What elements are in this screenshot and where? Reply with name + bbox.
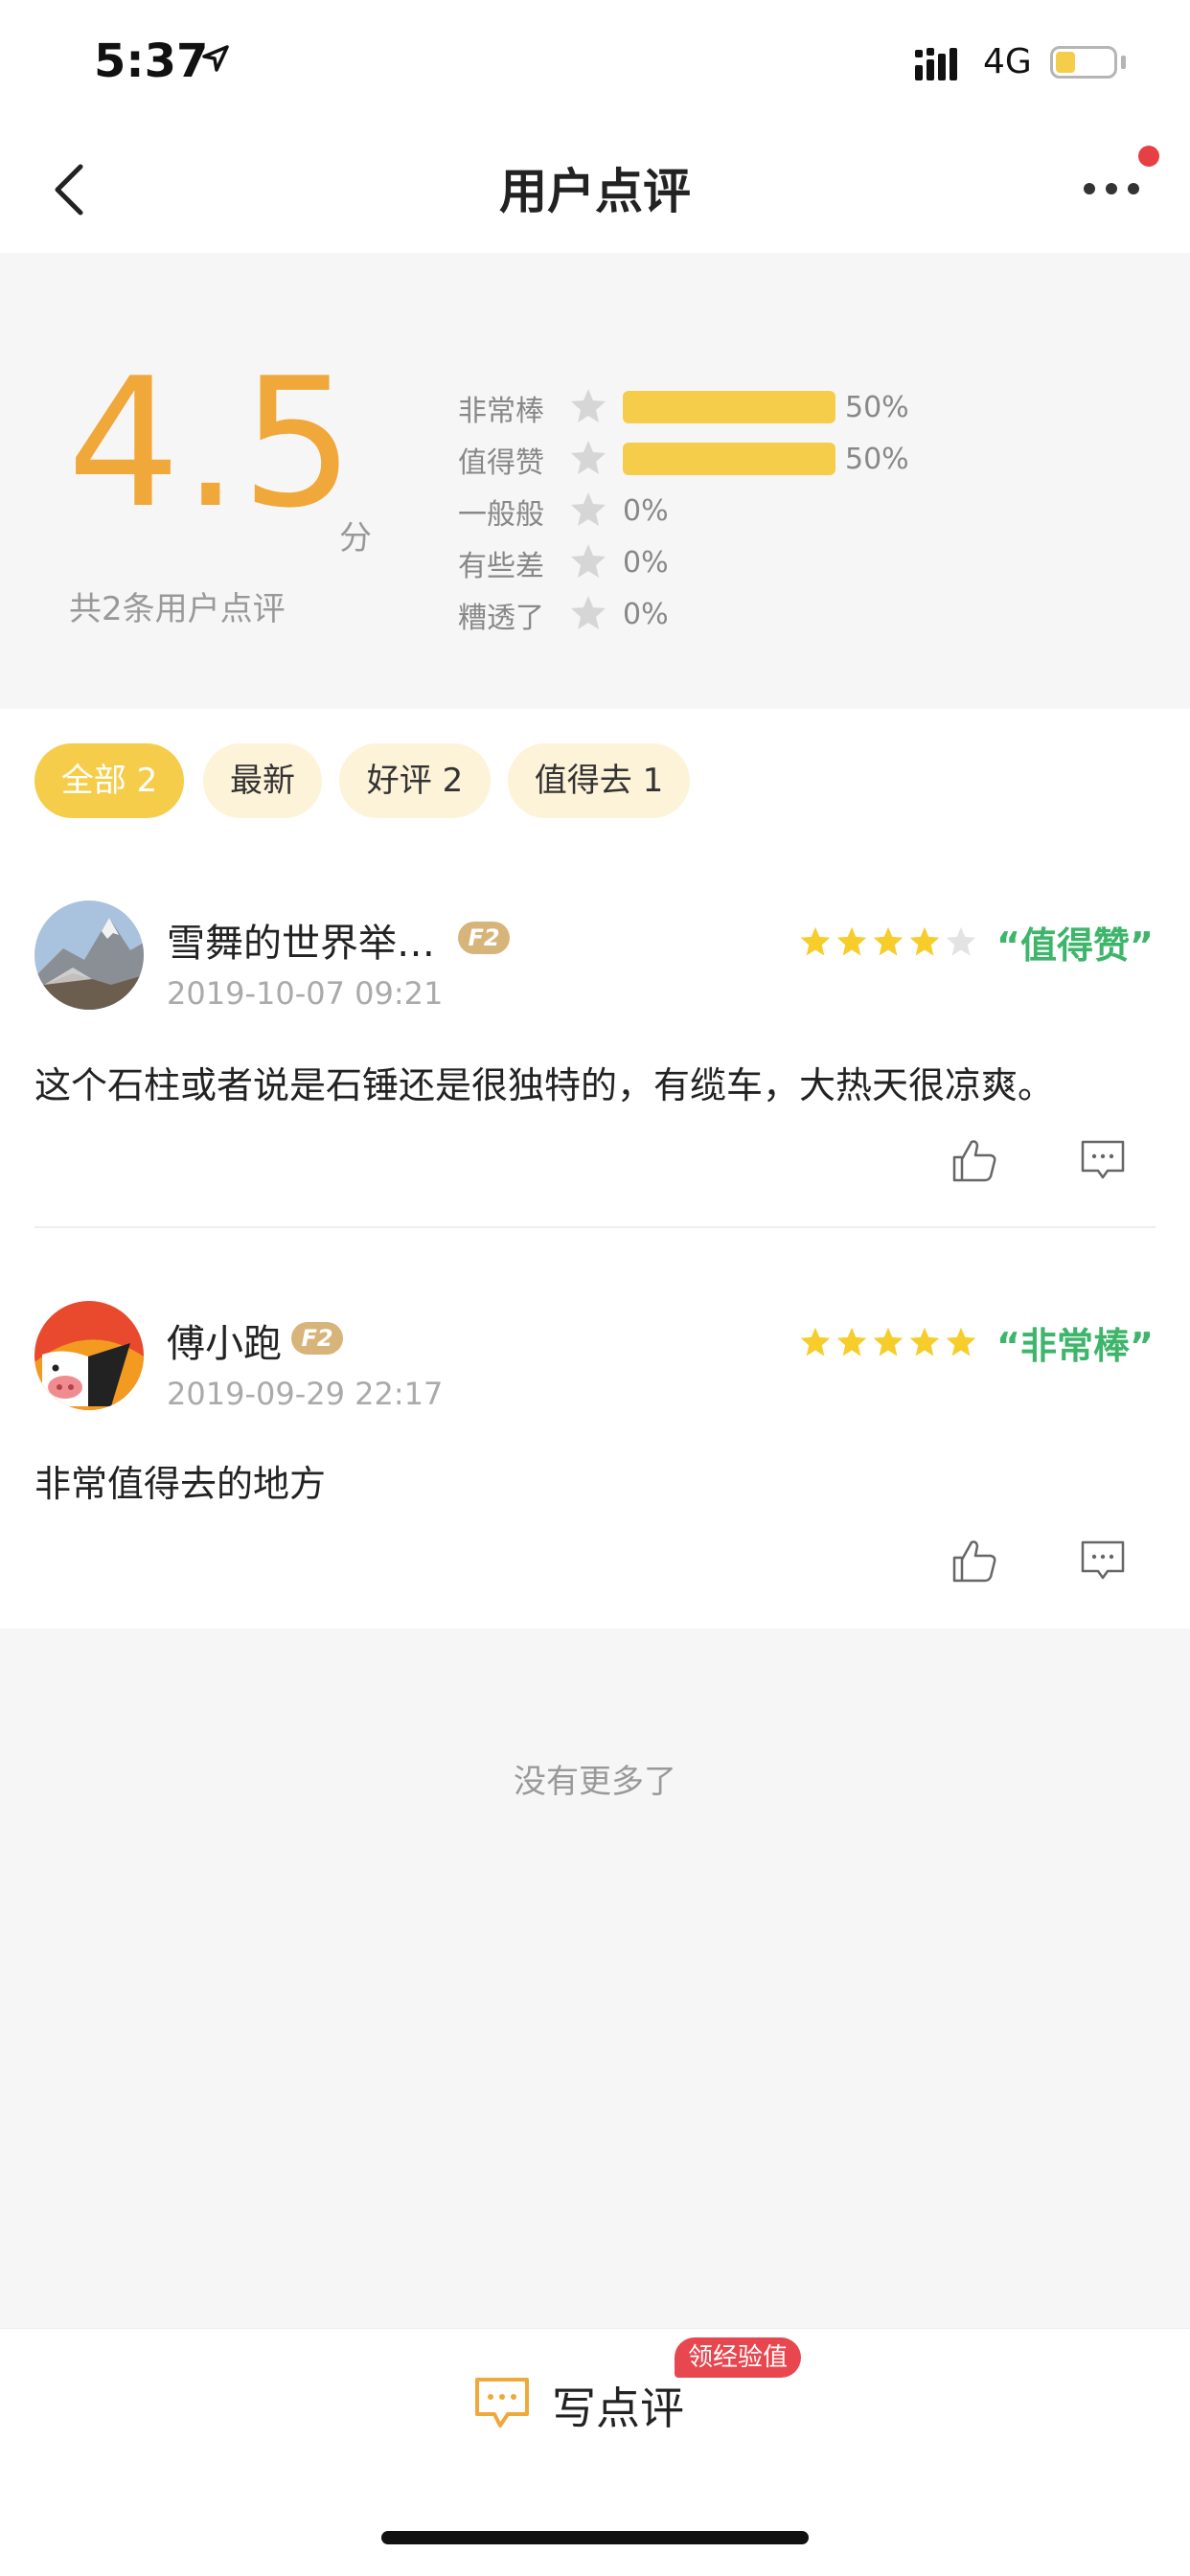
rating-label: 有些差 — [458, 550, 544, 583]
review-date: 2019-09-29 22:17 — [167, 1376, 444, 1412]
signal-icon — [915, 48, 957, 80]
score-unit: 分 — [339, 519, 372, 558]
review-stars — [800, 1327, 976, 1356]
battery-tip — [1121, 56, 1126, 69]
review-text: 这个石柱或者说是石锤还是很独特的，有缆车，大热天很凉爽。 — [34, 1064, 1055, 1106]
rating-label: 糟透了 — [458, 602, 544, 635]
rating-percent: 50% — [845, 443, 909, 476]
network-type: 4G — [983, 42, 1032, 81]
star-icon — [946, 926, 976, 956]
write-review-icon[interactable] — [473, 2376, 531, 2429]
comment-icon[interactable] — [1079, 1537, 1127, 1584]
rating-percent: 0% — [623, 494, 669, 528]
star-icon — [836, 1327, 867, 1356]
review-username[interactable]: 雪舞的世界举… — [167, 912, 435, 968]
star-icon — [571, 492, 606, 526]
thumbs-up-icon[interactable] — [950, 1537, 998, 1584]
star-icon — [800, 1327, 831, 1356]
rating-percent: 0% — [623, 598, 669, 631]
total-reviews-label: 共2条用户点评 — [69, 590, 286, 628]
rating-label: 一般般 — [458, 498, 544, 532]
level-badge: F2 — [291, 1322, 343, 1355]
review-verdict: “值得赞” — [996, 924, 1154, 967]
filter-chip[interactable]: 值得去 1 — [508, 743, 690, 818]
rating-bar — [623, 391, 835, 423]
no-more-label: 没有更多了 — [514, 1763, 676, 1801]
mountain-photo-avatar — [34, 900, 144, 1010]
review-list — [0, 853, 1190, 1629]
filter-chip[interactable]: 最新 — [203, 743, 322, 818]
review-text: 非常值得去的地方 — [34, 1463, 327, 1505]
status-time: 5:37 — [94, 34, 209, 88]
star-icon — [909, 926, 940, 956]
notification-dot — [1138, 146, 1159, 167]
avatar[interactable] — [34, 900, 144, 1010]
write-review-button[interactable]: 写点评 — [552, 2374, 684, 2437]
exp-reward-tag: 领经验值 — [675, 2337, 802, 2378]
rating-percent: 0% — [623, 546, 669, 580]
filter-chip[interactable]: 好评 2 — [339, 743, 491, 818]
star-icon — [571, 389, 606, 422]
filter-chip[interactable]: 全部 2 — [34, 743, 184, 818]
star-icon — [571, 441, 606, 474]
star-icon — [946, 1327, 976, 1356]
star-icon — [836, 926, 867, 956]
avatar[interactable] — [34, 1301, 144, 1410]
rating-label: 值得赞 — [458, 446, 544, 480]
review-stars — [800, 926, 976, 956]
more-dots-icon[interactable] — [1083, 182, 1140, 195]
page-title: 用户点评 — [499, 164, 691, 219]
pig-mascot-avatar — [34, 1301, 144, 1410]
thumbs-up-icon[interactable] — [950, 1136, 998, 1184]
star-icon — [800, 926, 831, 956]
rating-percent: 50% — [845, 391, 909, 424]
star-icon — [571, 596, 606, 629]
rating-bar — [623, 443, 835, 475]
home-indicator — [381, 2531, 809, 2544]
comment-icon[interactable] — [1079, 1136, 1127, 1184]
star-icon — [909, 1327, 940, 1356]
review-date: 2019-10-07 09:21 — [167, 975, 444, 1012]
rating-label: 非常棒 — [458, 395, 544, 428]
star-icon — [873, 1327, 904, 1356]
star-icon — [873, 926, 904, 956]
review-divider — [34, 1226, 1156, 1228]
star-icon — [571, 544, 606, 578]
battery-level — [1056, 52, 1075, 73]
location-arrow-icon — [202, 45, 229, 72]
review-username[interactable]: 傅小跑 — [167, 1312, 282, 1368]
level-badge: F2 — [458, 922, 510, 954]
battery-icon — [1050, 46, 1117, 79]
review-verdict: “非常棒” — [996, 1325, 1154, 1367]
average-score: 4.5 — [67, 339, 356, 547]
